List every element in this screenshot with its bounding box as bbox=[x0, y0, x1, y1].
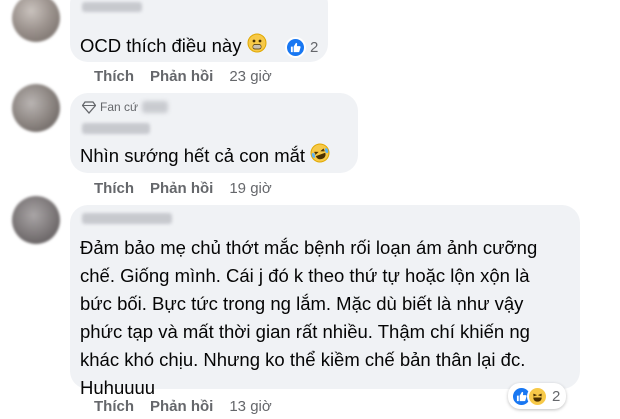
haha-icon bbox=[527, 385, 548, 407]
like-icon bbox=[285, 36, 306, 58]
commenter-name-blurred bbox=[82, 213, 172, 224]
avatar[interactable] bbox=[12, 0, 60, 42]
avatar[interactable] bbox=[12, 84, 60, 132]
comment-text: Đảm bảo mẹ chủ thớt mắc bệnh rối loạn ám… bbox=[80, 234, 537, 402]
commenter-name-blurred bbox=[82, 2, 142, 12]
laughing-tears-icon bbox=[310, 143, 330, 171]
comment-text-line: OCD thích điều này bbox=[80, 35, 242, 56]
diamond-icon bbox=[81, 100, 97, 114]
like-button[interactable]: Thích bbox=[94, 68, 134, 85]
timestamp[interactable]: 23 giờ bbox=[229, 68, 271, 85]
comment-text-line: khác khó chịu. Nhưng ko thể kiềm chế bản… bbox=[80, 349, 526, 370]
fearful-face-icon bbox=[247, 33, 267, 61]
comment-actions: Thích Phản hồi 19 giờ bbox=[94, 180, 272, 197]
reaction-summary[interactable]: 2 bbox=[282, 34, 324, 60]
reply-button[interactable]: Phản hồi bbox=[150, 68, 213, 85]
fan-badge-label: Fan cứ bbox=[100, 100, 139, 114]
comment-actions: Thích Phản hồi 23 giờ bbox=[94, 68, 272, 85]
comment-text-line: chế. Giống mình. Cái j đó k theo thứ tự … bbox=[80, 265, 530, 286]
comment-text-line: Đảm bảo mẹ chủ thớt mắc bệnh rối loạn ám… bbox=[80, 237, 538, 258]
fan-badge: Fan cứ bbox=[81, 100, 169, 114]
reaction-summary[interactable]: 2 bbox=[508, 383, 567, 409]
like-button[interactable]: Thích bbox=[94, 180, 134, 197]
comment-text: Nhìn sướng hết cả con mắt bbox=[80, 142, 330, 171]
reply-button[interactable]: Phản hồi bbox=[150, 398, 213, 415]
avatar[interactable] bbox=[12, 196, 60, 244]
comment-text-line: Nhìn sướng hết cả con mắt bbox=[80, 145, 306, 166]
comment-text-line: bức bối. Bực tức trong ng lắm. Mặc dù bi… bbox=[80, 293, 524, 314]
like-button[interactable]: Thích bbox=[94, 398, 134, 415]
reaction-count: 2 bbox=[552, 387, 561, 405]
comment-text: OCD thích điều này bbox=[80, 32, 267, 61]
timestamp[interactable]: 13 giờ bbox=[229, 398, 271, 415]
timestamp[interactable]: 19 giờ bbox=[229, 180, 271, 197]
comment-actions: Thích Phản hồi 13 giờ bbox=[94, 398, 272, 415]
comment-text-line: phức tạp và mất thời gian rất nhiều. Thậ… bbox=[80, 321, 530, 342]
reply-button[interactable]: Phản hồi bbox=[150, 180, 213, 197]
reaction-count: 2 bbox=[310, 38, 319, 56]
fan-badge-blurred bbox=[142, 101, 169, 113]
commenter-name-blurred bbox=[82, 123, 150, 134]
